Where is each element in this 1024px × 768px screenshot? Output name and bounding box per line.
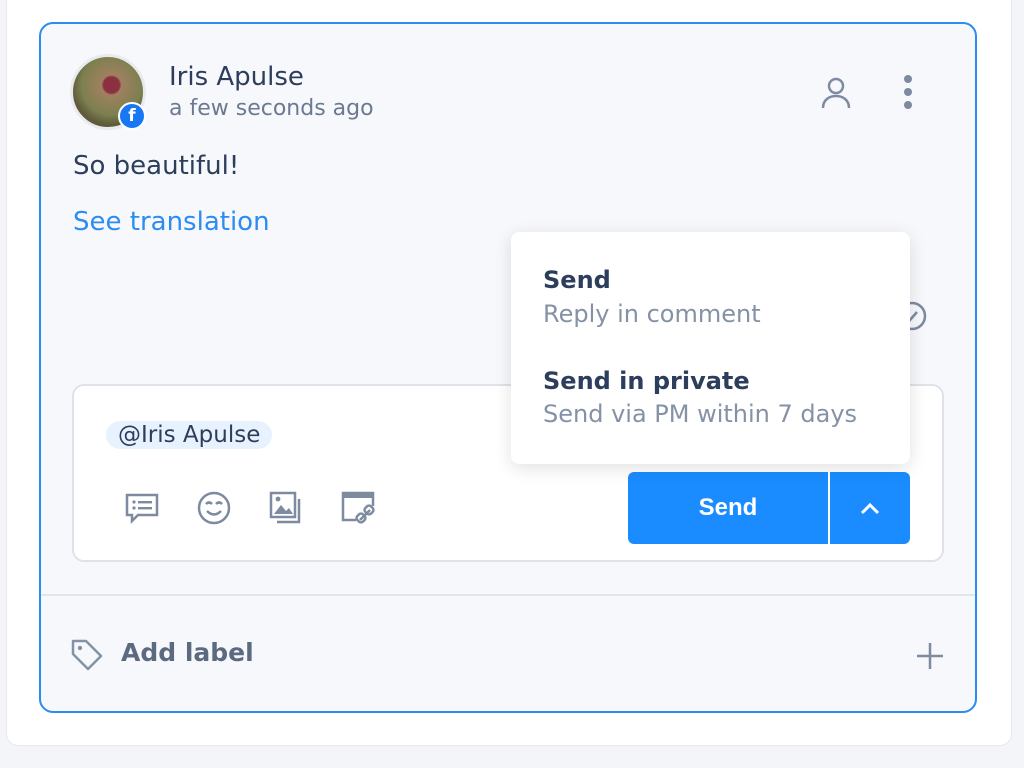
saved-replies-icon[interactable]: [124, 490, 160, 526]
chevron-up-icon: [860, 502, 880, 515]
author-name: Iris Apulse: [169, 62, 304, 92]
menu-item-title: Send in private: [543, 367, 750, 395]
mention-tag[interactable]: @Iris Apulse: [106, 421, 273, 449]
send-button[interactable]: Send: [628, 472, 828, 544]
more-options-icon[interactable]: [900, 74, 916, 110]
menu-item-subtitle: Send via PM within 7 days: [543, 400, 858, 428]
see-translation-link[interactable]: See translation: [73, 207, 270, 237]
menu-item-subtitle: Reply in comment: [543, 300, 761, 328]
send-options-button[interactable]: [830, 472, 910, 544]
link-icon[interactable]: [340, 490, 376, 526]
facebook-icon: f: [118, 102, 146, 130]
timestamp: a few seconds ago: [169, 96, 374, 121]
menu-item-title: Send: [543, 266, 611, 294]
send-options-menu: Send Reply in comment Send in private Se…: [511, 232, 910, 464]
comment-text: So beautiful!: [73, 151, 240, 181]
tag-icon: [71, 639, 103, 671]
emoji-icon[interactable]: [196, 490, 232, 526]
image-icon[interactable]: [268, 490, 304, 526]
plus-icon[interactable]: [914, 640, 946, 672]
add-label-text[interactable]: Add label: [121, 638, 254, 667]
divider: [41, 594, 975, 596]
user-icon[interactable]: [820, 76, 852, 110]
